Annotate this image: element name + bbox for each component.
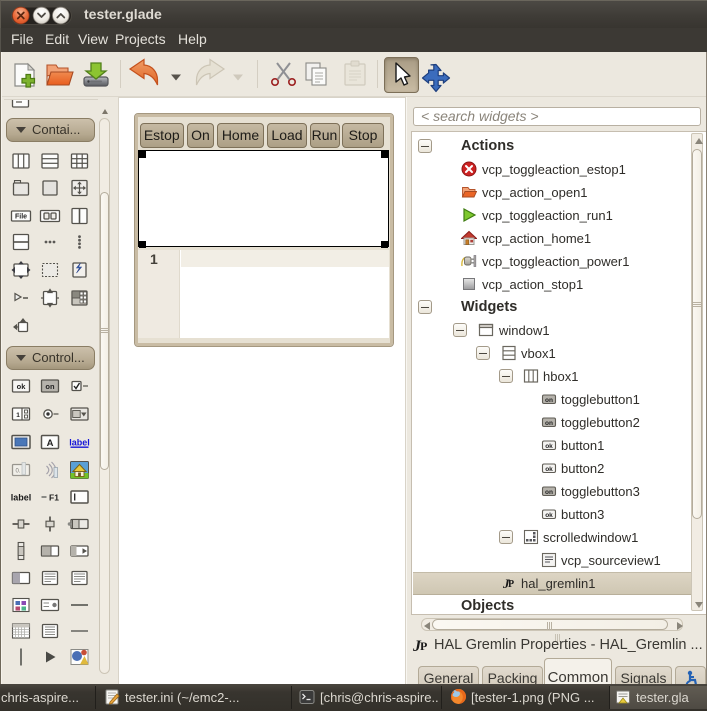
svg-text:ok: ok bbox=[545, 466, 553, 473]
svg-text:on: on bbox=[545, 420, 553, 427]
svg-text:A: A bbox=[47, 438, 54, 449]
svg-text:ok: ok bbox=[545, 443, 553, 450]
svg-text:F1: F1 bbox=[49, 493, 59, 503]
svg-text:P: P bbox=[508, 579, 514, 590]
svg-text:on: on bbox=[45, 382, 55, 391]
svg-text:on: on bbox=[545, 489, 553, 496]
svg-text:P: P bbox=[420, 639, 427, 653]
svg-text:1: 1 bbox=[16, 412, 20, 419]
svg-text:File: File bbox=[15, 214, 27, 221]
svg-text:ok: ok bbox=[17, 382, 27, 391]
svg-text:0.: 0. bbox=[15, 469, 20, 475]
svg-text:ok: ok bbox=[545, 512, 553, 519]
svg-text:label: label bbox=[11, 493, 32, 503]
svg-text:label: label bbox=[69, 438, 90, 448]
svg-text:on: on bbox=[545, 397, 553, 404]
